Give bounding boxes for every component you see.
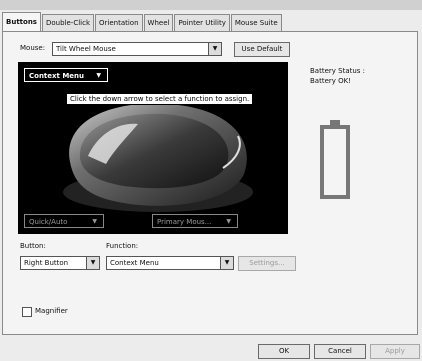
tab-wheel[interactable]: Wheel [143, 14, 174, 31]
context-menu-callout[interactable]: Context Menu ▼ [24, 68, 108, 82]
tab-orientation[interactable]: Orientation [95, 14, 143, 31]
chevron-down-icon: ▼ [92, 218, 97, 225]
apply-button[interactable]: Apply [370, 344, 420, 359]
settings-button[interactable]: Settings... [238, 256, 296, 271]
function-select[interactable]: Context Menu ▼ [106, 256, 234, 270]
magnifier-checkbox[interactable] [22, 307, 32, 317]
battery-status-label: Battery Status : [310, 67, 366, 75]
battery-status-value: Battery OK! [310, 77, 352, 85]
primary-mouse-callout[interactable]: Primary Mous... ▼ [152, 214, 238, 228]
mouse-label: Mouse: [20, 44, 46, 52]
battery-icon [320, 120, 350, 199]
assign-function-tooltip: Click the down arrow to select a functio… [66, 93, 254, 105]
tab-strip: Buttons Double-Click Orientation Wheel P… [2, 12, 283, 32]
function-select-value: Context Menu [110, 259, 159, 267]
tab-mouse-suite[interactable]: Mouse Suite [230, 14, 282, 31]
chevron-down-icon[interactable]: ▼ [220, 257, 233, 269]
magnifier-label: Magnifier [35, 307, 68, 315]
mouse-illustration [63, 103, 253, 212]
battery-status-text: Battery Status : Battery OK! [310, 66, 365, 86]
button-label: Button: [20, 242, 46, 250]
primary-mouse-callout-label: Primary Mous... [157, 218, 212, 226]
button-select-value: Right Button [24, 259, 69, 267]
use-default-button[interactable]: Use Default [234, 42, 290, 57]
chevron-down-icon[interactable]: ▼ [208, 43, 221, 55]
mouse-image-canvas: Context Menu ▼ Click the down arrow to s… [18, 62, 288, 234]
context-menu-callout-label: Context Menu [29, 72, 85, 80]
chevron-down-icon: ▼ [226, 218, 231, 225]
ok-button[interactable]: OK [258, 344, 310, 359]
quick-auto-callout-label: Quick/Auto [29, 218, 68, 226]
quick-auto-callout[interactable]: Quick/Auto ▼ [24, 214, 104, 228]
window-title-strip [0, 0, 422, 10]
cancel-button[interactable]: Cancel [314, 344, 366, 359]
tab-buttons[interactable]: Buttons [2, 12, 41, 31]
tab-pointer-utility[interactable]: Pointer Utility [174, 14, 230, 31]
function-label: Function: [106, 242, 139, 250]
mouse-select[interactable]: Tilt Wheel Mouse ▼ [52, 42, 222, 56]
chevron-down-icon: ▼ [96, 72, 101, 79]
tab-double-click[interactable]: Double-Click [41, 14, 94, 31]
mouse-select-value: Tilt Wheel Mouse [56, 45, 116, 53]
chevron-down-icon[interactable]: ▼ [86, 257, 99, 269]
button-select[interactable]: Right Button ▼ [20, 256, 100, 270]
